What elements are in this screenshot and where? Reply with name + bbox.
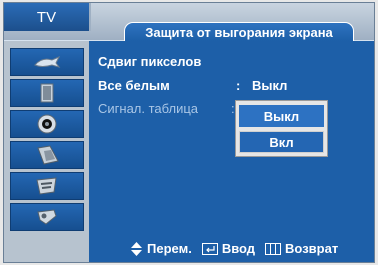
picture-icon[interactable] — [10, 48, 84, 76]
updown-arrows-icon — [131, 241, 142, 256]
top-bar: TV Защита от выгорания экрана — [4, 3, 374, 41]
return-hint-label: Возврат — [285, 241, 339, 256]
channel-icon[interactable] — [10, 110, 84, 138]
menu-row-signal-pattern[interactable]: Сигнал. таблица : — [98, 101, 235, 119]
source-label: TV — [4, 3, 91, 31]
enter-hint-label: Ввод — [221, 241, 256, 256]
return-hint: Возврат — [265, 241, 338, 256]
menu-row-all-white[interactable]: Все белым : Выкл — [98, 78, 287, 96]
menu-row-label: Сигнал. таблица — [98, 101, 199, 116]
separator-colon: : — [236, 78, 241, 93]
menu-row-label: Сдвиг пикселов — [98, 54, 202, 69]
popup-option-off[interactable]: Выкл — [239, 105, 324, 127]
setup-icon[interactable] — [10, 141, 84, 169]
enter-icon — [201, 242, 218, 255]
return-icon — [265, 242, 282, 255]
move-hint: Перем. — [130, 241, 192, 256]
popup-option-on[interactable]: Вкл — [239, 131, 324, 153]
menu-content: Сдвиг пикселов Все белым : Выкл Сигнал. … — [90, 41, 374, 233]
bottom-bar: Перем. Ввод Возврат — [4, 233, 374, 262]
sound-icon[interactable] — [10, 79, 84, 107]
help-bar: Перем. Ввод Возврат — [90, 233, 374, 262]
menu-row-value: Выкл — [252, 78, 288, 93]
menu-row-pixel-shift[interactable]: Сдвиг пикселов — [98, 54, 201, 72]
application-icon[interactable] — [10, 203, 84, 231]
menu-row-label: Все белым — [98, 78, 170, 93]
option-popup: Выкл Вкл — [235, 100, 328, 157]
enter-hint: Ввод — [201, 241, 256, 256]
menu-title: Защита от выгорания экрана — [124, 22, 354, 41]
bottom-left-block — [4, 233, 89, 262]
move-hint-label: Перем. — [147, 241, 192, 256]
category-icon-column — [4, 41, 89, 233]
tv-osd-window: TV Защита от выгорания экрана Сдвиг пикс… — [3, 2, 375, 263]
input-icon[interactable] — [10, 172, 84, 200]
